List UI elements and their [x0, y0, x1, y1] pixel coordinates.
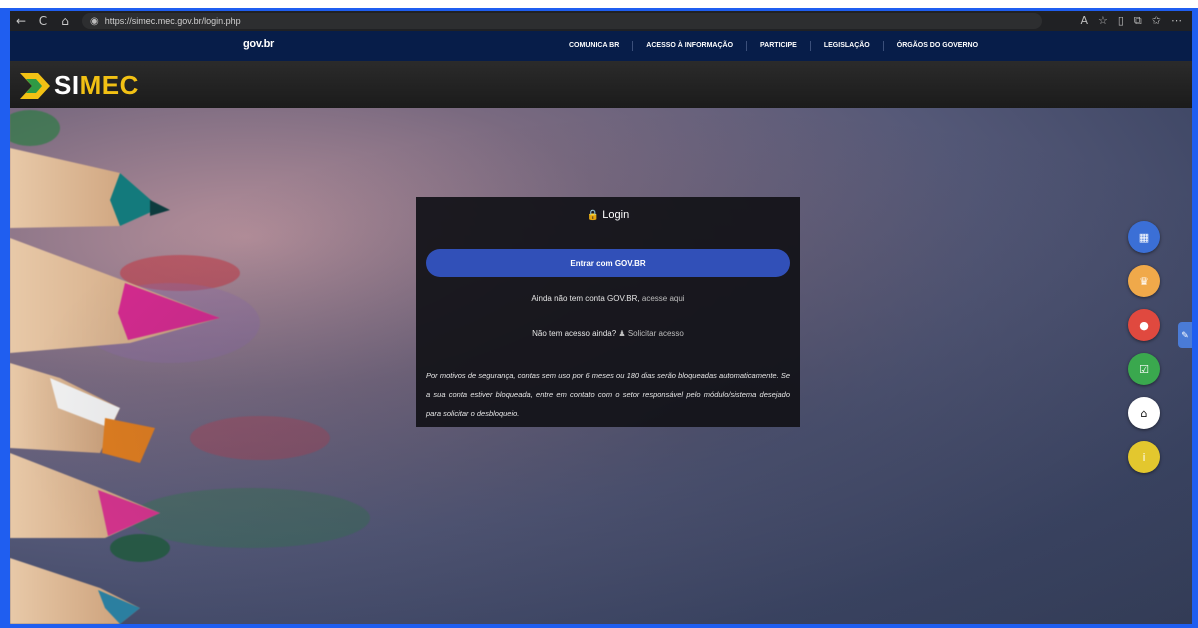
no-access-line: Não tem acesso ainda? ♟ Solicitar acesso [416, 329, 800, 338]
address-bar[interactable]: ◉ https://simec.mec.gov.br/login.php [82, 13, 1042, 29]
gov-nav-participe[interactable]: PARTICIPE [747, 41, 811, 51]
login-card: 🔒 Login Entrar com GOV.BR Ainda não tem c… [416, 197, 800, 427]
checkbox-icon[interactable]: ☑ [1128, 353, 1160, 385]
no-access-text: Não tem acesso ainda? [532, 329, 617, 338]
no-account-line: Ainda não tem conta GOV.BR, acesse aqui [416, 294, 800, 303]
no-account-text: Ainda não tem conta GOV.BR, [531, 294, 640, 303]
govbr-logo[interactable]: gov.br [243, 38, 274, 50]
lock-icon: ◉ [90, 15, 99, 27]
bank-icon[interactable]: ⌂ [1128, 397, 1160, 429]
simec-brand-mec: MEC [79, 70, 139, 100]
info-icon[interactable]: i [1128, 441, 1160, 473]
gov-nav-comunica[interactable]: COMUNICA BR [556, 41, 634, 51]
extensions-icon[interactable]: ⧉ [1134, 14, 1142, 28]
simec-header: SIMEC [10, 61, 1192, 108]
hero-background: 🔒 Login Entrar com GOV.BR Ainda não tem c… [10, 108, 1192, 624]
lock-icon: 🔒 [586, 210, 600, 221]
favorite-icon[interactable]: ☆ [1098, 14, 1108, 28]
gov-nav-acesso-informacao[interactable]: ACESSO À INFORMAÇÃO [633, 41, 748, 51]
security-warning: Por motivos de segurança, contas sem uso… [426, 371, 790, 418]
gov-nav-orgaos[interactable]: ÓRGÃOS DO GOVERNO [884, 41, 991, 51]
grid-icon[interactable]: ▦ [1128, 221, 1160, 253]
user-icon: ♟ [618, 329, 626, 338]
back-icon[interactable]: ← [10, 14, 32, 28]
home-icon[interactable]: ⌂ [54, 14, 76, 28]
request-access-link[interactable]: Solicitar acesso [628, 329, 684, 338]
simec-logo-icon [20, 72, 50, 99]
govbr-login-button[interactable]: Entrar com GOV.BR [426, 249, 790, 277]
login-title-text: Login [602, 209, 630, 221]
browser-toolbar: ← C ⌂ ◉ https://simec.mec.gov.br/login.p… [10, 11, 1192, 31]
favorites-bar-icon[interactable]: ✩ [1152, 14, 1161, 28]
gov-nav: COMUNICA BR ACESSO À INFORMAÇÃO PARTICIP… [556, 31, 991, 61]
login-title: 🔒 Login [416, 209, 800, 221]
refresh-icon[interactable]: C [32, 14, 54, 28]
no-account-link[interactable]: acesse aqui [642, 294, 685, 303]
split-screen-icon[interactable]: ▯ [1118, 14, 1124, 28]
frame-border-right [1192, 8, 1198, 628]
chat-icon[interactable]: ● [1128, 309, 1160, 341]
url-text: https://simec.mec.gov.br/login.php [104, 16, 241, 26]
more-icon[interactable]: ⋯ [1171, 14, 1182, 28]
accessibility-tab[interactable]: ✎ [1178, 322, 1192, 348]
simec-brand-text: SIMEC [54, 70, 139, 101]
read-aloud-icon[interactable]: A [1080, 14, 1088, 28]
simec-brand-si: SI [54, 70, 80, 100]
gov-nav-legislacao[interactable]: LEGISLAÇÃO [811, 41, 884, 51]
screenshot-frame: ← C ⌂ ◉ https://simec.mec.gov.br/login.p… [0, 0, 1198, 628]
browser-actions: A ☆ ▯ ⧉ ✩ ⋯ [1080, 14, 1192, 28]
trophy-icon[interactable]: ♛ [1128, 265, 1160, 297]
frame-border-left [0, 8, 10, 628]
frame-border-bottom [0, 624, 1198, 628]
simec-logo[interactable]: SIMEC [20, 70, 139, 101]
gov-bar: gov.br COMUNICA BR ACESSO À INFORMAÇÃO P… [10, 31, 1192, 61]
